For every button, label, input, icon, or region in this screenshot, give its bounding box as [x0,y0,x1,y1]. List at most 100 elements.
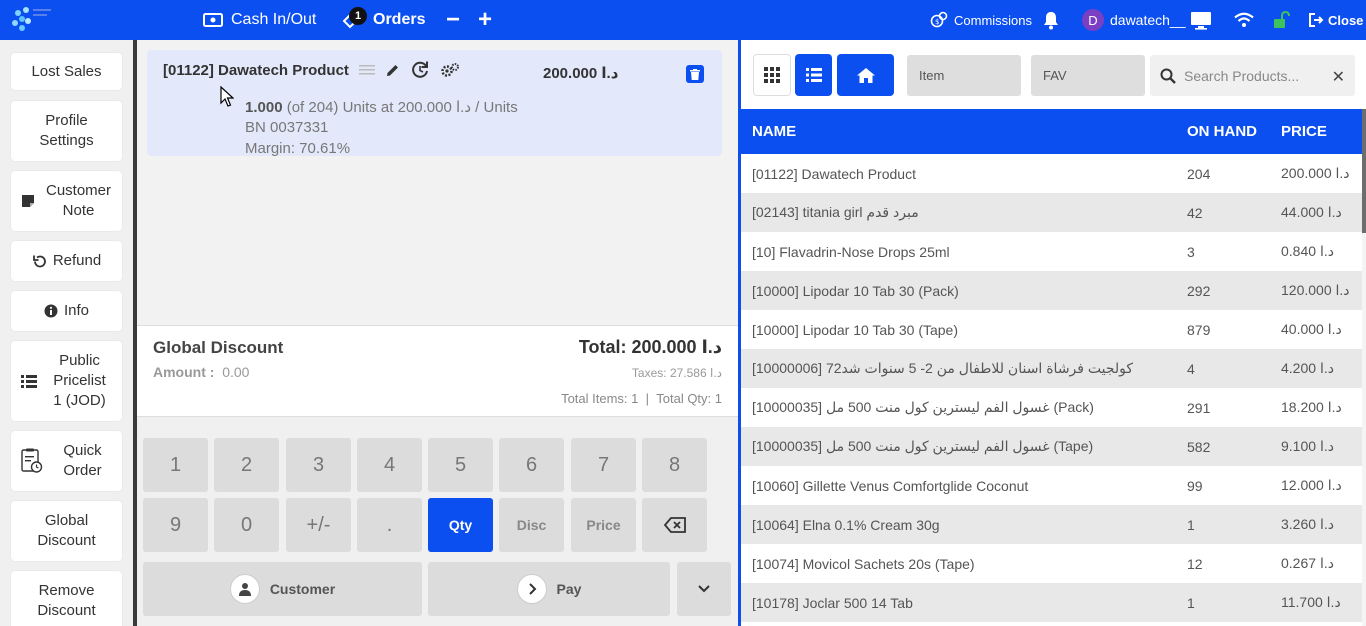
grid-view-button[interactable] [753,54,791,96]
clear-search-icon[interactable]: ✕ [1332,67,1345,87]
quick-order-button[interactable]: Quick Order [11,431,122,491]
backspace-button[interactable] [642,498,707,552]
numpad-key-2[interactable]: 2 [214,438,279,492]
profile-settings-button[interactable]: Profile Settings [11,101,122,161]
order-taxes: Taxes: 27.586 د.ا [631,366,722,380]
numpad-key-9[interactable]: 9 [143,498,208,552]
product-name: [02143] titania girl مبرد قدم [752,204,919,220]
table-row[interactable]: [10074] Movicol Sachets 20s (Tape) 12 0.26… [741,544,1362,583]
list-view-icon [805,68,822,82]
clipboard-clock-icon [21,448,43,473]
set-customer-button[interactable]: Customer [143,562,422,616]
customer-label: Customer [269,581,336,597]
product-on-hand: 4 [1187,360,1195,377]
table-row[interactable]: [02143] titania girl مبرد قدم 42 44.000 د.… [741,193,1362,232]
control-sidebar: Lost Sales Profile Settings Customer Not… [0,40,133,626]
info-button[interactable]: Info [11,291,122,331]
numpad-key-0[interactable]: 0 [214,498,279,552]
user-icon [229,574,260,604]
pencil-icon[interactable] [385,63,400,78]
category-tab-item[interactable]: Item [907,55,1021,96]
product-price: 0.267 د.ا [1281,555,1334,571]
product-on-hand: 3 [1187,243,1195,260]
numpad-key-1[interactable]: 1 [143,438,208,492]
pricelist-button[interactable]: Public Pricelist 1 (JOD) [11,341,122,421]
numpad-key-plus-minus[interactable]: +/- [286,498,351,552]
numpad-key-3[interactable]: 3 [286,438,351,492]
lines-icon[interactable] [359,64,375,76]
discount-amount: Amount : 0.00 [153,364,249,380]
lost-sales-label: Lost Sales [31,62,102,80]
cash-in-out-button[interactable]: Cash In/Out [203,0,316,40]
add-order-button[interactable]: + [478,0,492,40]
table-row[interactable]: [01122] Dawatech Product 204 200.000 د.ا [741,154,1362,193]
remove-discount-label-1: Remove [38,582,95,599]
column-header-name[interactable]: NAME [741,123,1177,140]
table-row[interactable]: [10000] Lipodar 10 Tab 30 (Pack) 292 120.0… [741,271,1362,310]
table-row[interactable]: [10060] Gillette Venus Comfortglide Coco… [741,466,1362,505]
product-on-hand: 292 [1187,282,1211,299]
product-price: 40.000 د.ا [1281,321,1342,337]
refund-button[interactable]: Refund [11,241,122,281]
commissions-button[interactable]: $ Commissions [930,0,1032,40]
more-actions-button[interactable] [677,562,731,616]
commissions-label: Commissions [954,12,1033,28]
discount-amount-value: 0.00 [222,364,250,380]
chevron-down-icon [698,585,710,593]
scrollbar-thumb[interactable] [1362,109,1366,233]
product-name: [10000006] كولجيت فرشاة اسنان للاطفال من… [752,360,1134,376]
search-input[interactable] [1184,67,1334,84]
list-view-button[interactable] [795,54,832,96]
pay-button[interactable]: Pay [428,562,670,616]
product-name: [10000] Lipodar 10 Tab 30 (Tape) [752,321,959,338]
trash-icon [690,68,700,80]
notifications-button[interactable] [1042,0,1060,40]
home-category-button[interactable] [837,54,894,96]
numpad-key-8[interactable]: 8 [642,438,707,492]
numpad-key-4[interactable]: 4 [357,438,422,492]
lock-button[interactable] [1272,0,1290,40]
table-row[interactable]: [10000035] غسول الفم ليسترين كول منت 500… [741,388,1362,427]
table-row[interactable]: [10] Flavadrin-Nose Drops 25ml 3 0.840 د.ا [741,232,1362,271]
table-row[interactable]: [10064] Elna 0.1% Cream 30g 1 3.260 د.ا [741,505,1362,544]
column-header-on-hand[interactable]: ON HAND [1177,123,1271,140]
refresh-icon[interactable] [410,60,430,80]
qty-mode-button[interactable]: Qty [428,498,493,552]
table-row[interactable]: [10178] Joclar 500 14 Tab 1 11.700 د.ا [741,583,1362,622]
product-list-scrollbar[interactable] [1362,109,1366,626]
table-row[interactable]: [10000006] كولجيت فرشاة اسنان للاطفال من… [741,349,1362,388]
column-header-price[interactable]: PRICE [1271,123,1362,140]
product-rows: [01122] Dawatech Product 204 200.000 د.ا [… [741,154,1362,622]
remove-order-button[interactable]: − [446,0,460,40]
numpad-key-decimal[interactable]: . [357,498,422,552]
order-summary: Global Discount Amount : 0.00 Total: 200… [137,325,738,417]
gears-icon[interactable] [440,62,460,78]
customer-display-button[interactable] [1190,0,1212,40]
total-qty: Total Qty: 1 [656,391,722,406]
table-row[interactable]: [10000] Lipodar 10 Tab 30 (Tape) 879 40.00… [741,310,1362,349]
cash-in-out-label: Cash In/Out [231,11,317,28]
trash-button[interactable] [686,65,704,83]
remove-discount-button[interactable]: Remove Discount [11,571,122,626]
category-tab-fav[interactable]: FAV [1031,55,1145,96]
price-mode-button[interactable]: Price [571,498,636,552]
numpad-key-6[interactable]: 6 [499,438,564,492]
global-discount-button[interactable]: Global Discount [11,501,122,561]
product-table: NAME ON HAND PRICE [01122] Dawatech Prod… [741,109,1362,626]
numpad-key-7[interactable]: 7 [571,438,636,492]
monitor-icon [1191,11,1211,30]
sticky-note-icon [22,195,34,207]
quick-order-label-2: Order [63,462,102,479]
product-on-hand: 291 [1187,399,1211,416]
close-label: Close [1328,12,1364,28]
orders-button[interactable]: 1 Orders [342,0,425,40]
product-price: 9.100 د.ا [1281,438,1334,454]
disc-mode-button[interactable]: Disc [499,498,564,552]
customer-note-button[interactable]: Customer Note [11,171,122,231]
lost-sales-button[interactable]: Lost Sales [11,53,122,90]
user-menu[interactable]: D dawatech__ [1082,0,1186,40]
numpad-key-5[interactable]: 5 [428,438,493,492]
table-row[interactable]: [10000035] غسول الفم ليسترين كول منت 500… [741,427,1362,466]
close-session-button[interactable]: Close [1308,0,1363,40]
connection-status[interactable] [1234,0,1254,40]
